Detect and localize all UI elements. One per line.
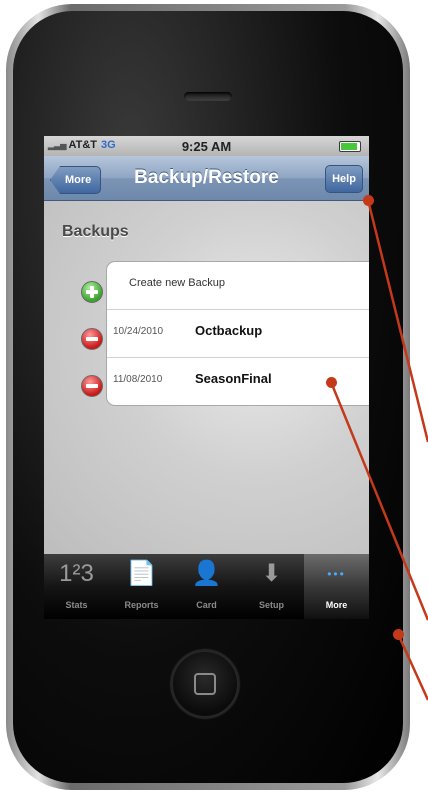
callout-dot-backup — [326, 377, 337, 388]
callout-dot-more — [393, 629, 404, 640]
callout-line-more — [396, 633, 428, 701]
callout-lines — [329, 199, 428, 701]
callout-dot-help — [363, 195, 374, 206]
callout-line-help — [366, 199, 428, 443]
callout-line-backup — [329, 381, 428, 621]
